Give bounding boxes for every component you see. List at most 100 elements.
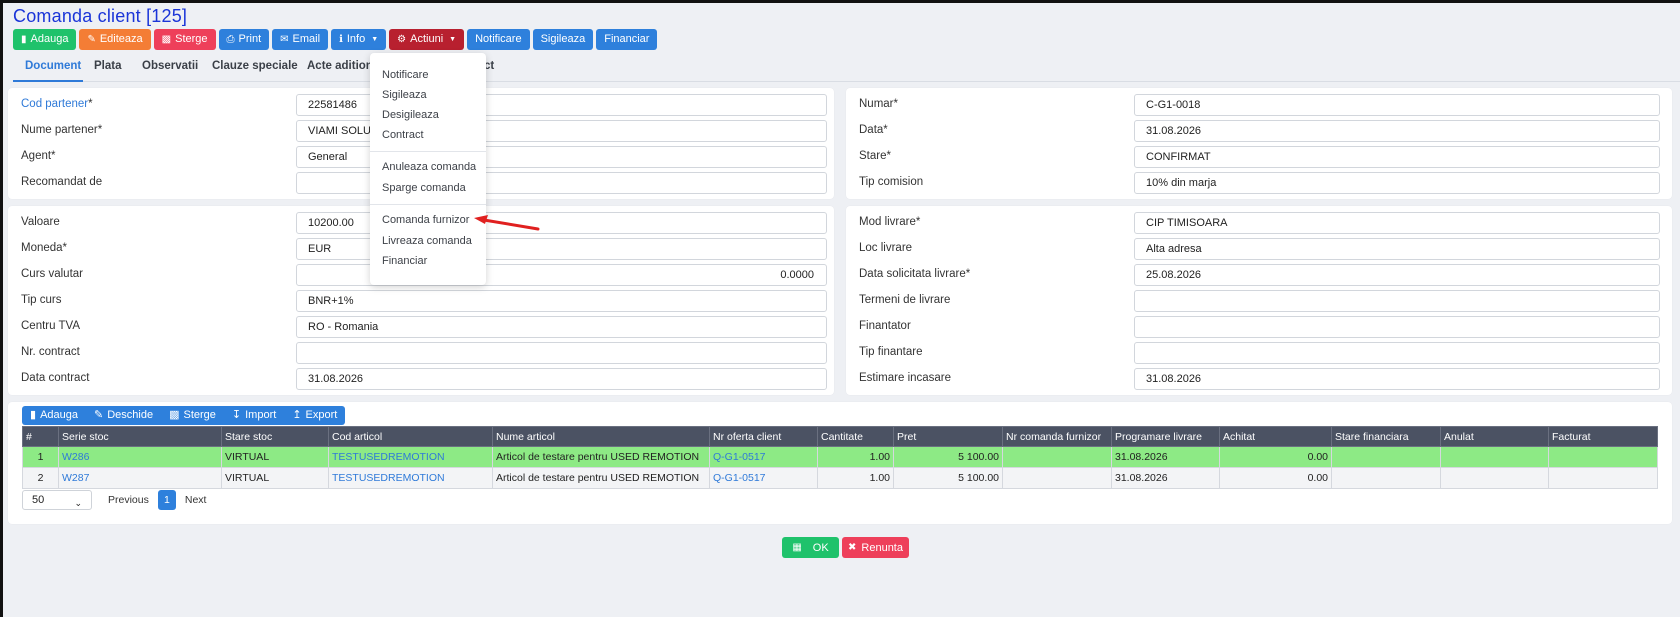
- finance-button[interactable]: Financiar: [596, 29, 658, 50]
- edit-icon: ✎: [87, 34, 96, 45]
- table-row[interactable]: 2 W287 VIRTUAL TESTUSEDREMOTION Articol …: [22, 467, 1658, 489]
- state-label: Stare*: [859, 150, 891, 162]
- cancel-button-label: Renunta: [861, 541, 903, 554]
- actions-button[interactable]: ⚙ Actiuni ▼: [389, 29, 465, 50]
- email-button[interactable]: ✉ Email: [272, 29, 329, 50]
- menu-item-sparge-comanda[interactable]: Sparge comanda: [382, 182, 466, 194]
- col-header-facturat[interactable]: Facturat: [1548, 426, 1658, 447]
- add-button[interactable]: ▮ Adauga: [13, 29, 77, 50]
- menu-item-livreaza-comanda[interactable]: Livreaza comanda: [382, 235, 472, 247]
- cell-stare-fin: [1331, 467, 1441, 489]
- col-header-oferta[interactable]: Nr oferta client: [709, 426, 818, 447]
- cell-cod-link[interactable]: TESTUSEDREMOTION: [328, 467, 493, 489]
- edit-button[interactable]: ✎ Editeaza: [79, 29, 151, 50]
- col-header-serie[interactable]: Serie stoc: [58, 426, 222, 447]
- col-header-achitat[interactable]: Achitat: [1219, 426, 1332, 447]
- menu-item-financiar[interactable]: Financiar: [382, 255, 427, 267]
- caret-down-icon: ▼: [449, 36, 457, 43]
- grid-toolbar: ▮ Adauga ✎ Deschide ▩ Sterge ↧ Import ↥ Expor…: [22, 406, 346, 425]
- col-header-stare-fin[interactable]: Stare financiara: [1331, 426, 1441, 447]
- commission-input[interactable]: 10% din marja: [1134, 172, 1660, 194]
- delivery-place-input[interactable]: Alta adresa: [1134, 238, 1660, 260]
- cell-cod-link[interactable]: TESTUSEDREMOTION: [328, 446, 493, 468]
- requested-date-input[interactable]: 25.08.2026: [1134, 264, 1660, 286]
- contract-date-input[interactable]: 31.08.2026: [296, 368, 827, 390]
- grid-open-button[interactable]: ✎ Deschide: [86, 406, 161, 425]
- cell-oferta-link[interactable]: Q-G1-0517: [709, 446, 818, 468]
- menu-item-contract[interactable]: Contract: [382, 129, 424, 141]
- window-frame-left: [0, 0, 3, 617]
- col-header-nume[interactable]: Nume articol: [492, 426, 710, 447]
- menu-item-anuleaza-comanda[interactable]: Anuleaza comanda: [382, 161, 476, 173]
- col-header-cod[interactable]: Cod articol: [328, 426, 493, 447]
- grid-delete-button[interactable]: ▩ Sterge: [161, 406, 224, 425]
- contract-number-input[interactable]: [296, 342, 827, 364]
- delivery-mode-input[interactable]: CIP TIMISOARA: [1134, 212, 1660, 234]
- cell-oferta-link[interactable]: Q-G1-0517: [709, 467, 818, 489]
- info-button[interactable]: ℹ Info ▼: [331, 29, 387, 50]
- finance-button-label: Financiar: [604, 33, 650, 45]
- col-header-anulat[interactable]: Anulat: [1440, 426, 1549, 447]
- date-input[interactable]: 31.08.2026: [1134, 120, 1660, 142]
- value-label: Valoare: [21, 216, 60, 228]
- table-row[interactable]: 1 W286 VIRTUAL TESTUSEDREMOTION Articol …: [22, 446, 1658, 468]
- notify-button[interactable]: Notificare: [467, 29, 530, 50]
- cell-stare: VIRTUAL: [221, 467, 329, 489]
- menu-item-desigileaza[interactable]: Desigileaza: [382, 109, 439, 121]
- grid-import-button[interactable]: ↧ Import: [224, 406, 284, 425]
- tab-document[interactable]: Document: [13, 56, 83, 82]
- previous-page-link[interactable]: Previous: [108, 494, 149, 506]
- cell-cantitate: 1.00: [817, 446, 894, 468]
- grid-export-button[interactable]: ↥ Export: [284, 406, 345, 425]
- delete-button[interactable]: ▩ Sterge: [153, 29, 216, 50]
- file-icon: ▮: [21, 34, 27, 45]
- col-header-furnizor[interactable]: Nr comanda furnizor: [1002, 426, 1112, 447]
- col-header-pret[interactable]: Pret: [893, 426, 1003, 447]
- financing-type-label: Tip finantare: [859, 346, 923, 358]
- next-page-link[interactable]: Next: [185, 494, 207, 506]
- financing-type-input[interactable]: [1134, 342, 1660, 364]
- contract-date-label: Data contract: [21, 372, 90, 384]
- seal-button[interactable]: Sigileaza: [532, 29, 594, 50]
- menu-item-sigileaza[interactable]: Sigileaza: [382, 89, 427, 101]
- cancel-button[interactable]: ✖ Renunta: [842, 537, 909, 558]
- print-button[interactable]: ⎙ Print: [218, 29, 270, 50]
- number-input[interactable]: C-G1-0018: [1134, 94, 1660, 116]
- col-header-index[interactable]: #: [22, 426, 59, 447]
- col-header-stare[interactable]: Stare stoc: [221, 426, 329, 447]
- order-lines-table: # Serie stoc Stare stoc Cod articol Nume…: [22, 426, 1658, 489]
- save-icon: ▦: [792, 542, 802, 553]
- tab-plata[interactable]: Plata: [94, 56, 122, 82]
- info-button-label: Info: [346, 33, 366, 45]
- financer-input[interactable]: [1134, 316, 1660, 338]
- tab-observatii[interactable]: Observatii: [142, 56, 198, 82]
- cell-serie-link[interactable]: W287: [58, 467, 222, 489]
- actions-dropdown-menu: Notificare Sigileaza Desigileaza Contrac…: [370, 53, 486, 285]
- state-input[interactable]: CONFIRMAT: [1134, 146, 1660, 168]
- recommended-label: Recomandat de: [21, 176, 103, 188]
- main-toolbar: ▮ Adauga ✎ Editeaza ▩ Sterge ⎙ Print ✉ Email …: [13, 29, 658, 50]
- menu-item-comanda-furnizor[interactable]: Comanda furnizor: [382, 214, 469, 226]
- vat-center-label: Centru TVA: [21, 320, 81, 332]
- close-icon: ✖: [848, 542, 857, 553]
- edit-button-label: Editeaza: [99, 33, 143, 45]
- menu-item-notificare[interactable]: Notificare: [382, 69, 428, 81]
- vat-center-input[interactable]: RO - Romania: [296, 316, 827, 338]
- current-page-button[interactable]: 1: [157, 490, 176, 510]
- partner-code-label[interactable]: Cod partener*: [21, 98, 93, 110]
- rate-type-input[interactable]: BNR+1%: [296, 290, 827, 312]
- tab-clauze-speciale[interactable]: Clauze speciale: [212, 56, 298, 82]
- print-button-label: Print: [238, 33, 262, 45]
- cell-pret: 5 100.00: [893, 467, 1003, 489]
- col-header-programare[interactable]: Programare livrare: [1111, 426, 1220, 447]
- cell-facturat: [1548, 446, 1658, 468]
- cash-estimate-input[interactable]: 31.08.2026: [1134, 368, 1660, 390]
- cell-serie-link[interactable]: W286: [58, 446, 222, 468]
- page-size-select[interactable]: 50 ⌄: [22, 490, 92, 510]
- col-header-cantitate[interactable]: Cantitate: [817, 426, 894, 447]
- delivery-terms-input[interactable]: [1134, 290, 1660, 312]
- grid-add-button[interactable]: ▮ Adauga: [22, 406, 86, 425]
- ok-button[interactable]: ▦ OK: [782, 537, 839, 558]
- contract-number-label: Nr. contract: [21, 346, 80, 358]
- commission-label: Tip comision: [859, 176, 924, 188]
